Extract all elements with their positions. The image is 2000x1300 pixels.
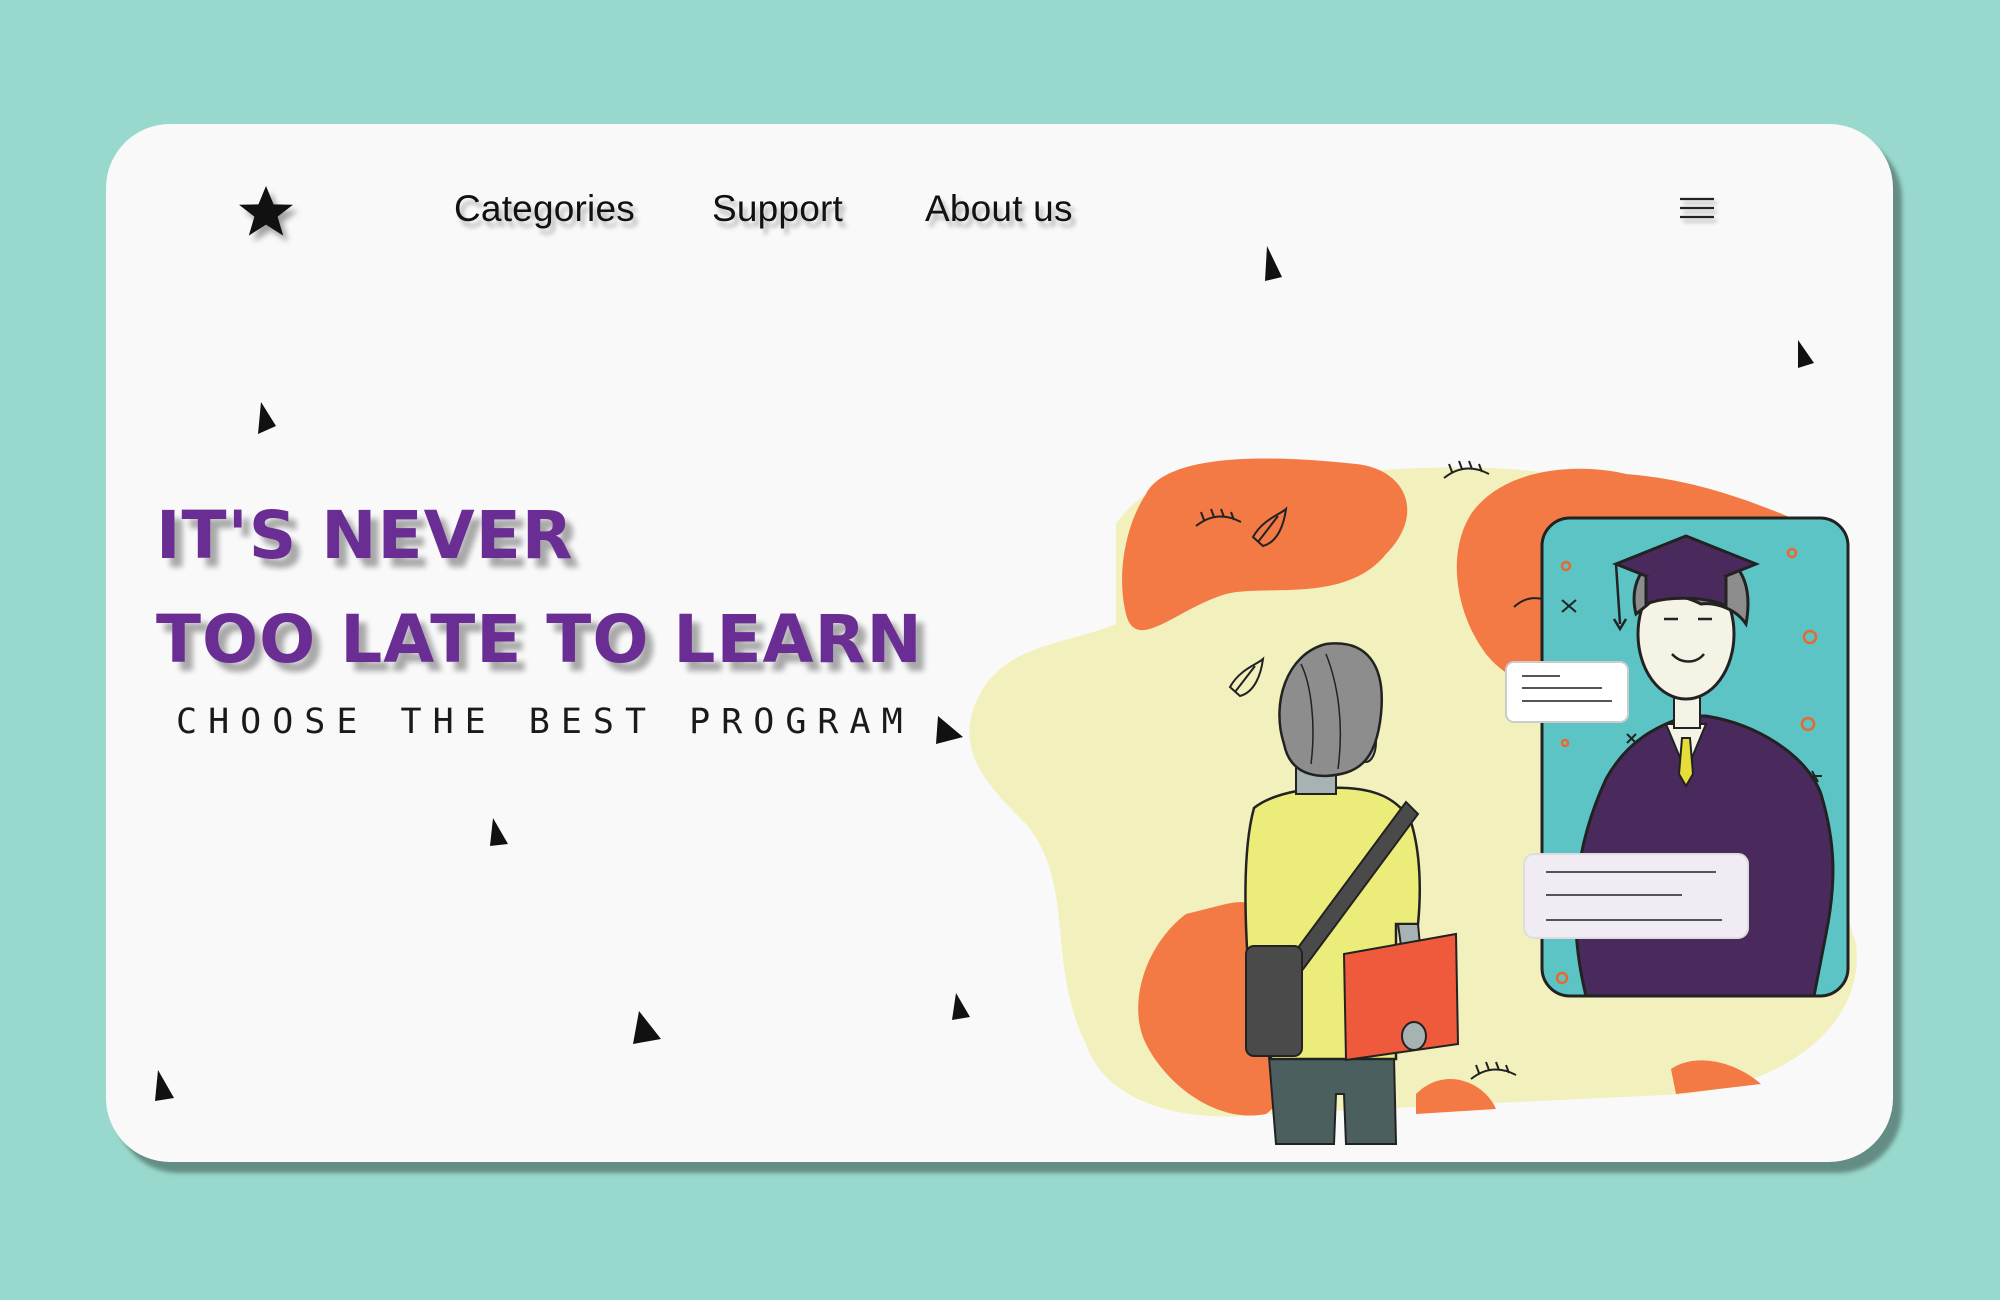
triangle-shape [490,818,508,846]
chat-bubble-top [1505,661,1629,723]
headline-line-2: too late to learn [156,601,923,678]
nav-item-categories[interactable]: Categories [454,188,635,230]
triangle-shape [1265,246,1282,281]
triangle-shape [155,1070,174,1101]
student-bag [1245,945,1303,1057]
student-hand [1401,1021,1427,1051]
hero-illustration [969,458,1857,1145]
hero-subheadline: CHOOSE THE BEST PROGRAM [176,702,914,742]
star-icon[interactable] [234,180,298,244]
student-head-hair [1278,642,1383,778]
triangle-shape [936,716,963,744]
landing-card: Categories Support About us It's never t… [106,124,1893,1162]
hamburger-menu-icon[interactable] [1678,194,1716,224]
triangle-shape [258,402,276,434]
student-legs [1267,1056,1398,1145]
nav-item-support[interactable]: Support [712,188,843,230]
graduate-tie [1677,737,1695,788]
student-book [1342,932,1460,1062]
headline-line-1: It's never [156,497,574,574]
triangle-shape [633,1011,661,1044]
nav-item-about-us[interactable]: About us [925,188,1073,230]
hero-headline: It's never too late to learn [156,484,923,692]
